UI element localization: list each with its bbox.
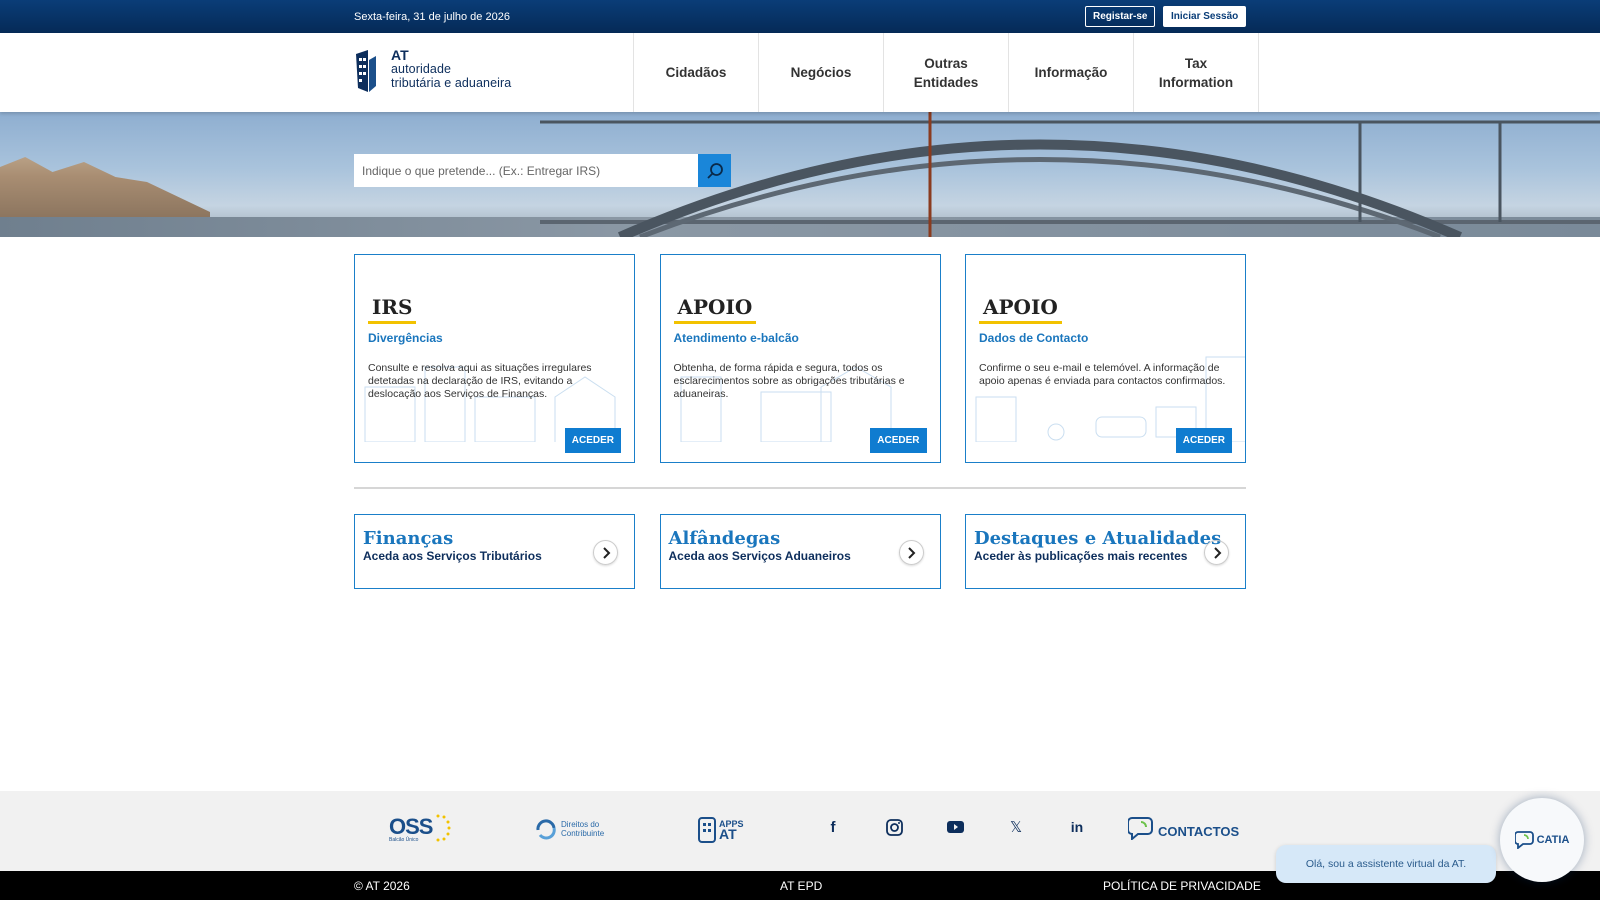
coat-of-arms-icon	[356, 50, 376, 92]
header: AT autoridade tributária e aduaneira Cid…	[0, 33, 1600, 112]
nav-item-informacao[interactable]: Informação	[1009, 33, 1134, 112]
card-access-button[interactable]: ACEDER	[1175, 428, 1232, 453]
card-title: APOIO	[979, 295, 1062, 324]
swirl-icon	[536, 819, 556, 840]
apps-at-link[interactable]: APPS AT	[698, 817, 744, 843]
youtube-icon[interactable]	[945, 817, 965, 837]
card-apoio-contacto: APOIO Dados de Contacto Confirme o seu e…	[965, 254, 1246, 463]
linkedin-icon[interactable]: in	[1067, 817, 1087, 837]
card-subtitle: Divergências	[368, 331, 443, 345]
contacts-link[interactable]: CONTACTOS	[1128, 816, 1239, 840]
link-alfandegas[interactable]: Alfândegas Aceda aos Serviços Aduaneiros	[659, 514, 941, 589]
search-button[interactable]	[698, 154, 731, 187]
card-description: Confirme o seu e-mail e telemóvel. A inf…	[979, 362, 1226, 387]
catia-name: CATIA	[1536, 834, 1570, 846]
search-input[interactable]	[354, 154, 698, 187]
logo-line-1: AT	[391, 47, 409, 63]
chevron-right-icon	[593, 540, 618, 565]
x-twitter-icon[interactable]: 𝕏	[1006, 817, 1026, 837]
card-description: Obtenha, de forma rápida e segura, todos…	[673, 362, 905, 400]
chat-assistant-button[interactable]: CATIA	[1500, 798, 1584, 882]
facebook-icon[interactable]: f	[823, 817, 843, 837]
search-icon	[706, 162, 723, 179]
card-access-button[interactable]: ACEDER	[870, 428, 927, 453]
link-financas[interactable]: Finanças Aceda aos Serviços Tributários	[354, 514, 635, 589]
contacts-text: CONTACTOS	[1158, 823, 1240, 839]
card-access-button[interactable]: ACEDER	[564, 428, 621, 453]
link-subtitle: Aceda aos Serviços Aduaneiros	[668, 549, 851, 563]
link-title: Destaques e Atualidades	[974, 528, 1222, 549]
eu-stars-icon	[436, 814, 451, 842]
copyright-text: © AT 2026	[354, 879, 410, 893]
logo-line-3: tributária e aduaneira	[391, 76, 512, 90]
search-bar	[354, 154, 731, 187]
card-subtitle: Dados de Contacto	[979, 331, 1089, 345]
at-epd-link[interactable]: AT EPD	[780, 879, 822, 893]
direitos-line-1: Direitos do	[561, 820, 600, 829]
card-apoio-ebalcao: APOIO Atendimento e-balcão Obtenha, de f…	[659, 254, 941, 463]
direitos-contribuinte-link[interactable]: Direitos do Contribuinte	[535, 818, 604, 840]
oss-logo: OSS Balcão Único	[389, 814, 433, 843]
logo-line-2: autoridade	[391, 62, 452, 76]
service-links: Finanças Aceda aos Serviços Tributários …	[354, 514, 1246, 589]
instagram-icon[interactable]	[884, 817, 904, 837]
oss-subtext: Balcão Único	[389, 836, 419, 843]
link-destaques[interactable]: Destaques e Atualidades Aceder às public…	[965, 514, 1246, 589]
at-logo[interactable]: AT autoridade tributária e aduaneira	[354, 48, 511, 95]
oss-link[interactable]: OSS Balcão Único	[389, 813, 452, 843]
chevron-right-icon	[898, 540, 924, 565]
card-irs: IRS Divergências Consulte e resolva aqui…	[354, 254, 635, 463]
card-subtitle: Atendimento e-balcão	[673, 331, 799, 345]
apps-line-2: AT	[719, 826, 737, 842]
chat-greeting-bubble[interactable]: Olá, sou a assistente virtual da AT.	[1276, 845, 1496, 883]
hero-banner	[0, 112, 1600, 237]
register-button[interactable]: Registar-se	[1085, 6, 1156, 27]
feature-cards: IRS Divergências Consulte e resolva aqui…	[354, 254, 1246, 463]
current-date: Sexta-feira, 31 de julho de 2026	[354, 11, 510, 23]
nav-item-outras-entidades[interactable]: Outras Entidades	[884, 33, 1009, 112]
section-divider	[354, 487, 1246, 489]
nav-item-tax-information[interactable]: Tax Information	[1134, 33, 1259, 112]
privacy-policy-link[interactable]: POLÍTICA DE PRIVACIDADE	[1103, 879, 1261, 893]
card-description: Consulte e resolva aqui as situações irr…	[368, 362, 592, 400]
card-title: APOIO	[673, 295, 757, 324]
login-button[interactable]: Iniciar Sessão	[1163, 6, 1247, 27]
card-title: IRS	[368, 295, 417, 324]
chevron-right-icon	[1204, 540, 1229, 565]
phone-icon	[698, 817, 716, 843]
link-subtitle: Aceder às publicações mais recentes	[974, 549, 1188, 563]
main-nav: Cidadãos Negócios Outras Entidades Infor…	[633, 33, 1259, 112]
link-title: Alfândegas	[668, 528, 781, 549]
catia-chat-icon	[1514, 831, 1534, 849]
apps-at-text: APPS AT	[719, 819, 744, 841]
chat-bubble-icon	[1128, 817, 1153, 840]
link-title: Finanças	[363, 528, 454, 549]
top-bar: Sexta-feira, 31 de julho de 2026 Regista…	[0, 0, 1600, 33]
nav-item-cidadaos[interactable]: Cidadãos	[634, 33, 759, 112]
link-subtitle: Aceda aos Serviços Tributários	[363, 549, 542, 563]
direitos-text: Direitos do Contribuinte	[561, 820, 604, 838]
direitos-line-2: Contribuinte	[561, 829, 605, 838]
nav-item-negocios[interactable]: Negócios	[759, 33, 884, 112]
logo-text: AT autoridade tributária e aduaneira	[391, 48, 511, 90]
